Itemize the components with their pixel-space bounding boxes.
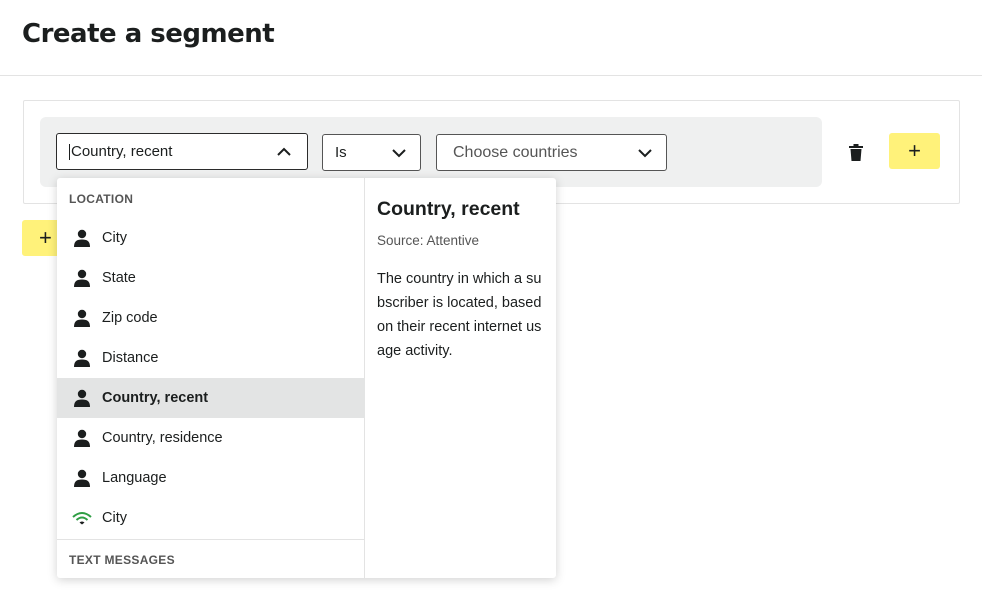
attribute-dropdown: LOCATION City State Zip code Distance Co…: [57, 178, 556, 578]
trash-icon: [849, 143, 863, 161]
chevron-down-icon: [638, 149, 652, 158]
group-header-text-messages: TEXT MESSAGES: [69, 553, 175, 567]
add-condition-button[interactable]: +: [889, 133, 940, 169]
operator-select[interactable]: Is: [322, 134, 421, 171]
page-title: Create a segment: [22, 19, 275, 49]
list-item-zip-code[interactable]: Zip code: [57, 298, 365, 338]
person-icon: [74, 349, 90, 367]
list-item-distance[interactable]: Distance: [57, 338, 365, 378]
person-icon: [74, 389, 90, 407]
list-item-country-residence[interactable]: Country, residence: [57, 418, 365, 458]
list-item-country-recent[interactable]: Country, recent: [57, 378, 365, 418]
person-icon: [74, 229, 90, 247]
list-item-label: Zip code: [102, 310, 158, 326]
detail-title: Country, recent: [377, 198, 520, 220]
list-item-label: State: [102, 270, 136, 286]
page-header: Create a segment: [0, 0, 982, 76]
list-item-city-signal[interactable]: City: [57, 498, 365, 538]
delete-condition-button[interactable]: [846, 141, 866, 163]
list-item-city[interactable]: City: [57, 218, 365, 258]
person-icon: [74, 269, 90, 287]
person-icon: [74, 429, 90, 447]
operator-select-value: Is: [335, 144, 347, 161]
attribute-list: LOCATION City State Zip code Distance Co…: [57, 178, 365, 578]
country-select-placeholder: Choose countries: [453, 143, 578, 161]
signal-icon: [72, 512, 92, 525]
detail-description: The country in which a subscriber is loc…: [377, 271, 542, 359]
chevron-up-icon[interactable]: [275, 143, 293, 161]
list-item-label: City: [102, 510, 127, 526]
person-icon: [74, 469, 90, 487]
list-item-label: Language: [102, 470, 167, 486]
chevron-down-icon: [392, 149, 406, 158]
group-header-location: LOCATION: [69, 192, 134, 206]
attribute-search-input[interactable]: Country, recent: [56, 133, 308, 170]
text-cursor: [69, 143, 70, 160]
list-item-language[interactable]: Language: [57, 458, 365, 498]
group-divider: [57, 539, 365, 540]
person-icon: [74, 309, 90, 327]
detail-source: Source: Attentive: [377, 233, 480, 248]
country-select[interactable]: Choose countries: [436, 134, 667, 171]
attribute-detail-panel: Country, recent Source: Attentive The co…: [377, 178, 556, 578]
list-item-state[interactable]: State: [57, 258, 365, 298]
attribute-input-value: Country, recent: [71, 143, 173, 160]
list-item-label: City: [102, 230, 127, 246]
list-item-label: Country, residence: [102, 430, 223, 446]
list-item-label: Distance: [102, 350, 159, 366]
list-item-label: Country, recent: [102, 390, 209, 406]
add-group-button[interactable]: +: [22, 220, 62, 256]
